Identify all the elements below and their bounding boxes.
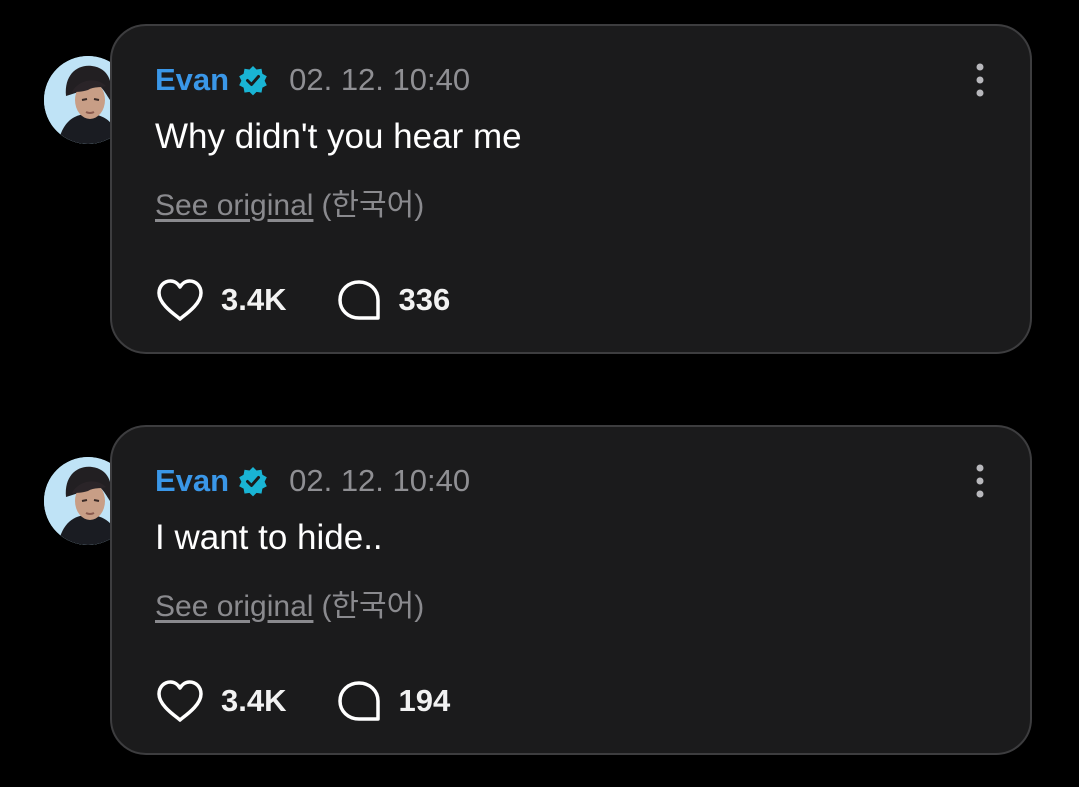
post-text: Why didn't you hear me xyxy=(155,117,522,156)
verified-badge-icon xyxy=(237,64,269,96)
heart-icon xyxy=(157,279,203,321)
post-header: Evan 02. 12. 10:40 xyxy=(155,461,470,501)
more-vertical-icon[interactable] xyxy=(970,60,990,100)
post-header: Evan 02. 12. 10:40 xyxy=(155,60,470,100)
verified-badge-icon xyxy=(237,465,269,497)
more-vertical-icon[interactable] xyxy=(970,461,990,501)
author-name[interactable]: Evan xyxy=(155,60,229,100)
like-count: 3.4K xyxy=(221,683,287,718)
post-card[interactable]: Evan 02. 12. 10:40 Why didn't you hear m… xyxy=(110,24,1032,354)
comment-bubble-icon xyxy=(338,280,381,320)
comment-count: 336 xyxy=(398,282,451,317)
original-language-label: (한국어) xyxy=(321,590,425,623)
like-button[interactable]: 3.4K xyxy=(155,278,286,322)
post-item: Evan 02. 12. 10:40 I want to hide.. See … xyxy=(0,425,1079,759)
comment-button[interactable]: 336 xyxy=(336,278,450,322)
author-name[interactable]: Evan xyxy=(155,461,229,501)
like-button[interactable]: 3.4K xyxy=(155,679,286,723)
post-timestamp: 02. 12. 10:40 xyxy=(289,62,471,97)
post-text: I want to hide.. xyxy=(155,518,383,557)
translation-note: See original (한국어) xyxy=(155,587,424,627)
heart-icon xyxy=(157,680,203,722)
post-actions: 3.4K 336 xyxy=(155,278,450,322)
translation-note: See original (한국어) xyxy=(155,186,424,226)
like-count: 3.4K xyxy=(221,282,287,317)
comment-count: 194 xyxy=(398,683,451,718)
comment-button[interactable]: 194 xyxy=(336,679,450,723)
post-timestamp: 02. 12. 10:40 xyxy=(289,463,471,498)
post-item: Evan 02. 12. 10:40 Why didn't you hear m… xyxy=(0,24,1079,358)
original-language-label: (한국어) xyxy=(321,189,425,222)
post-card[interactable]: Evan 02. 12. 10:40 I want to hide.. See … xyxy=(110,425,1032,755)
post-feed: Evan 02. 12. 10:40 Why didn't you hear m… xyxy=(0,0,1079,787)
see-original-link[interactable]: See original xyxy=(155,189,313,222)
comment-bubble-icon xyxy=(338,681,381,721)
see-original-link[interactable]: See original xyxy=(155,590,313,623)
post-actions: 3.4K 194 xyxy=(155,679,450,723)
